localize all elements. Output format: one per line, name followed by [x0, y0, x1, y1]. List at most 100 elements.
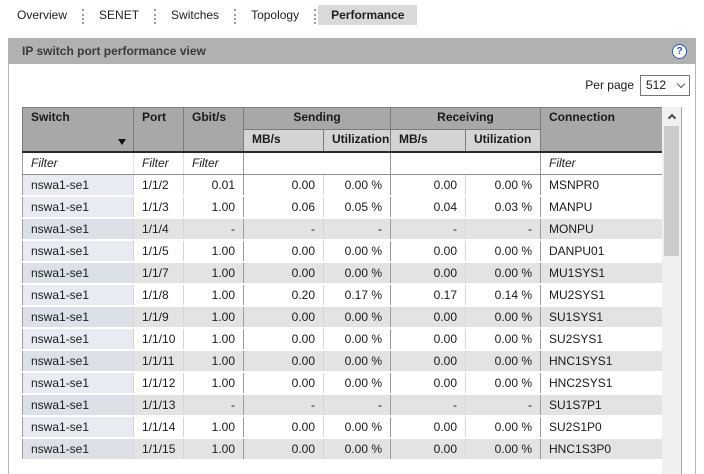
tab-separator: [154, 9, 156, 24]
chevron-up-icon: [667, 113, 675, 121]
table-row[interactable]: nswa1-se11/1/111.000.000.00 %0.000.00 %H…: [23, 350, 663, 372]
cell-receiving-utilization: 0.00 %: [466, 240, 541, 262]
cell-connection: SU1S7P1: [541, 394, 663, 416]
column-header-sending-mbs[interactable]: MB/s: [244, 130, 324, 152]
cell-sending-utilization: 0.00 %: [324, 328, 391, 350]
table-row[interactable]: nswa1-se11/1/151.000.000.00 %0.000.00 %H…: [23, 438, 663, 460]
scrollbar-up-button[interactable]: [662, 107, 681, 125]
column-header-sending-utilization[interactable]: Utilization: [324, 130, 391, 152]
tab-topology[interactable]: Topology: [238, 5, 312, 25]
cell-gbit: -: [184, 218, 244, 240]
cell-connection: HNC2SYS1: [541, 372, 663, 394]
cell-receiving-mbs: 0.00: [391, 328, 466, 350]
cell-connection: DANPU01: [541, 240, 663, 262]
cell-receiving-mbs: -: [391, 394, 466, 416]
tab-performance[interactable]: Performance: [318, 5, 417, 25]
column-header-gbit[interactable]: Gbit/s: [184, 108, 244, 152]
cell-connection: HNC1SYS1: [541, 350, 663, 372]
cell-sending-utilization: 0.00 %: [324, 350, 391, 372]
cell-gbit: 1.00: [184, 240, 244, 262]
column-header-port[interactable]: Port: [134, 108, 184, 152]
column-group-receiving: Receiving: [391, 108, 541, 130]
cell-port: 1/1/13: [134, 394, 184, 416]
cell-sending-mbs: 0.00: [244, 328, 324, 350]
cell-gbit: 1.00: [184, 438, 244, 460]
table-row[interactable]: nswa1-se11/1/13-----SU1S7P1: [23, 394, 663, 416]
cell-receiving-utilization: 0.00 %: [466, 372, 541, 394]
cell-switch: nswa1-se1: [23, 306, 134, 328]
column-header-connection[interactable]: Connection: [541, 108, 663, 152]
column-header-receiving-mbs[interactable]: MB/s: [391, 130, 466, 152]
cell-gbit: 1.00: [184, 262, 244, 284]
cell-connection: HNC1S3P0: [541, 438, 663, 460]
cell-connection: SU1SYS1: [541, 306, 663, 328]
cell-gbit: 1.00: [184, 372, 244, 394]
cell-receiving-utilization: 0.00 %: [466, 306, 541, 328]
cell-connection: MANPU: [541, 196, 663, 218]
cell-switch: nswa1-se1: [23, 416, 134, 438]
filter-input-connection[interactable]: Filter: [541, 152, 663, 175]
cell-receiving-utilization: 0.00 %: [466, 438, 541, 460]
cell-connection: MU2SYS1: [541, 284, 663, 306]
table-row[interactable]: nswa1-se11/1/91.000.000.00 %0.000.00 %SU…: [23, 306, 663, 328]
cell-receiving-utilization: -: [466, 218, 541, 240]
cell-gbit: 1.00: [184, 196, 244, 218]
column-header-receiving-utilization[interactable]: Utilization: [466, 130, 541, 152]
help-icon[interactable]: ?: [672, 44, 687, 59]
cell-sending-utilization: 0.00 %: [324, 416, 391, 438]
cell-receiving-utilization: 0.00 %: [466, 262, 541, 284]
cell-port: 1/1/2: [134, 174, 184, 196]
cell-connection: MU1SYS1: [541, 262, 663, 284]
cell-sending-utilization: 0.17 %: [324, 284, 391, 306]
sort-descending-icon: [118, 139, 126, 145]
filter-input-gbit[interactable]: Filter: [184, 152, 244, 175]
cell-sending-mbs: 0.00: [244, 174, 324, 196]
cell-gbit: 1.00: [184, 416, 244, 438]
column-group-sending: Sending: [244, 108, 391, 130]
cell-connection: MSNPR0: [541, 174, 663, 196]
tab-bar: Overview SENET Switches Topology Perform…: [0, 0, 704, 26]
cell-switch: nswa1-se1: [23, 438, 134, 460]
table-row[interactable]: nswa1-se11/1/81.000.200.17 %0.170.14 %MU…: [23, 284, 663, 306]
cell-receiving-mbs: 0.17: [391, 284, 466, 306]
cell-receiving-utilization: 0.03 %: [466, 196, 541, 218]
filter-input-port[interactable]: Filter: [134, 152, 184, 175]
vertical-scrollbar[interactable]: [662, 107, 682, 474]
cell-port: 1/1/3: [134, 196, 184, 218]
table-body: nswa1-se11/1/20.010.000.00 %0.000.00 %MS…: [23, 174, 663, 460]
cell-port: 1/1/14: [134, 416, 184, 438]
cell-sending-mbs: 0.00: [244, 350, 324, 372]
table-row[interactable]: nswa1-se11/1/101.000.000.00 %0.000.00 %S…: [23, 328, 663, 350]
cell-gbit: -: [184, 394, 244, 416]
cell-connection: MONPU: [541, 218, 663, 240]
cell-sending-mbs: -: [244, 218, 324, 240]
table-row[interactable]: nswa1-se11/1/141.000.000.00 %0.000.00 %S…: [23, 416, 663, 438]
cell-receiving-utilization: 0.00 %: [466, 350, 541, 372]
performance-panel: IP switch port performance view ? Per pa…: [8, 38, 696, 474]
cell-receiving-mbs: 0.00: [391, 350, 466, 372]
scrollbar-thumb[interactable]: [664, 126, 679, 256]
cell-sending-utilization: -: [324, 394, 391, 416]
table-row[interactable]: nswa1-se11/1/71.000.000.00 %0.000.00 %MU…: [23, 262, 663, 284]
cell-sending-utilization: 0.00 %: [324, 240, 391, 262]
per-page-select[interactable]: 512: [640, 75, 690, 96]
cell-switch: nswa1-se1: [23, 284, 134, 306]
cell-gbit: 1.00: [184, 328, 244, 350]
tab-switches[interactable]: Switches: [158, 5, 232, 25]
table-row[interactable]: nswa1-se11/1/31.000.060.05 %0.040.03 %MA…: [23, 196, 663, 218]
cell-receiving-mbs: 0.00: [391, 240, 466, 262]
cell-sending-mbs: 0.00: [244, 240, 324, 262]
table-row[interactable]: nswa1-se11/1/121.000.000.00 %0.000.00 %H…: [23, 372, 663, 394]
cell-sending-mbs: 0.06: [244, 196, 324, 218]
cell-port: 1/1/4: [134, 218, 184, 240]
table-row[interactable]: nswa1-se11/1/51.000.000.00 %0.000.00 %DA…: [23, 240, 663, 262]
table-row[interactable]: nswa1-se11/1/20.010.000.00 %0.000.00 %MS…: [23, 174, 663, 196]
filter-input-switch[interactable]: Filter: [23, 152, 134, 175]
tab-overview[interactable]: Overview: [4, 5, 80, 25]
column-header-switch[interactable]: Switch: [23, 108, 134, 152]
cell-receiving-mbs: 0.00: [391, 174, 466, 196]
cell-sending-utilization: 0.05 %: [324, 196, 391, 218]
cell-connection: SU2SYS1: [541, 328, 663, 350]
table-row[interactable]: nswa1-se11/1/4-----MONPU: [23, 218, 663, 240]
tab-senet[interactable]: SENET: [86, 5, 152, 25]
